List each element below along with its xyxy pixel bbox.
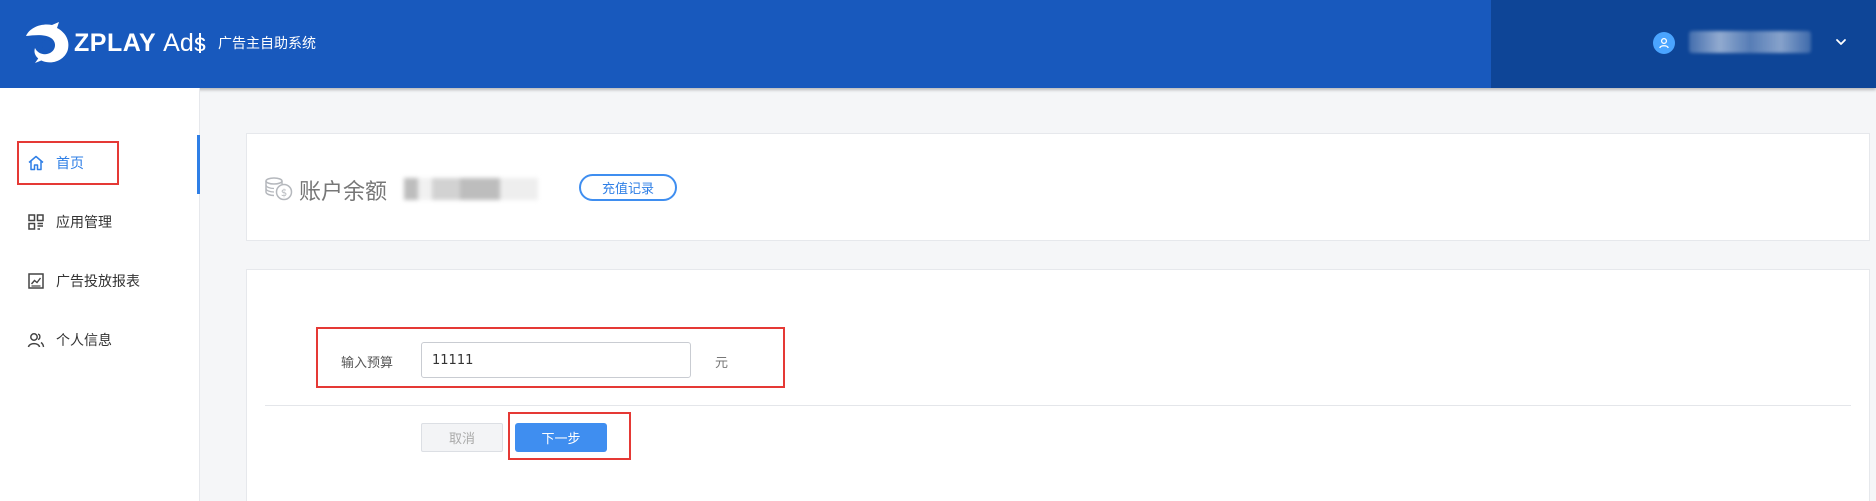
sidebar-item-home[interactable]: 首页 <box>0 143 199 183</box>
chart-report-icon <box>26 271 46 291</box>
sidebar-item-label: 广告投放报表 <box>56 274 140 290</box>
next-step-button[interactable]: 下一步 <box>515 423 607 452</box>
balance-label: 账户余额 <box>299 180 388 205</box>
system-title: 广告主自助系统 <box>218 36 316 52</box>
budget-label: 输入预算 <box>341 356 394 371</box>
sidebar: 首页 应用管理 广告投放报表 个人信息 <box>0 88 200 501</box>
brand-name: ZPLAY <box>74 28 157 57</box>
balance-value-blurred <box>404 178 538 200</box>
budget-input[interactable] <box>421 342 691 378</box>
form-divider <box>265 405 1851 406</box>
apps-grid-icon <box>26 212 46 232</box>
sidebar-item-label: 首页 <box>56 156 84 172</box>
sidebar-item-profile[interactable]: 个人信息 <box>0 320 199 360</box>
chevron-down-icon[interactable] <box>1833 34 1849 50</box>
top-header: ZPLAY Ads 广告主自助系统 <box>0 0 1876 88</box>
sidebar-item-label: 个人信息 <box>56 333 112 349</box>
sidebar-item-apps[interactable]: 应用管理 <box>0 202 199 242</box>
sidebar-item-label: 应用管理 <box>56 215 112 231</box>
recharge-history-button[interactable]: 充值记录 <box>579 174 677 201</box>
users-icon <box>26 330 46 350</box>
header-user-area <box>1491 0 1876 88</box>
dolphin-logo-icon <box>26 22 69 63</box>
svg-text:$: $ <box>281 188 287 199</box>
coins-icon: $ <box>265 177 293 201</box>
budget-unit: 元 <box>715 356 729 371</box>
balance-card: $ 账户余额 充值记录 <box>246 133 1870 241</box>
sidebar-item-reports[interactable]: 广告投放报表 <box>0 261 199 301</box>
cancel-button[interactable]: 取消 <box>421 423 503 452</box>
home-icon <box>26 153 46 173</box>
header-divider <box>199 33 201 53</box>
user-name-blurred[interactable] <box>1689 31 1811 53</box>
logo[interactable]: ZPLAY Ads <box>22 22 206 64</box>
budget-form-card: 输入预算 元 取消 下一步 <box>246 269 1870 501</box>
user-icon[interactable] <box>1653 32 1675 54</box>
